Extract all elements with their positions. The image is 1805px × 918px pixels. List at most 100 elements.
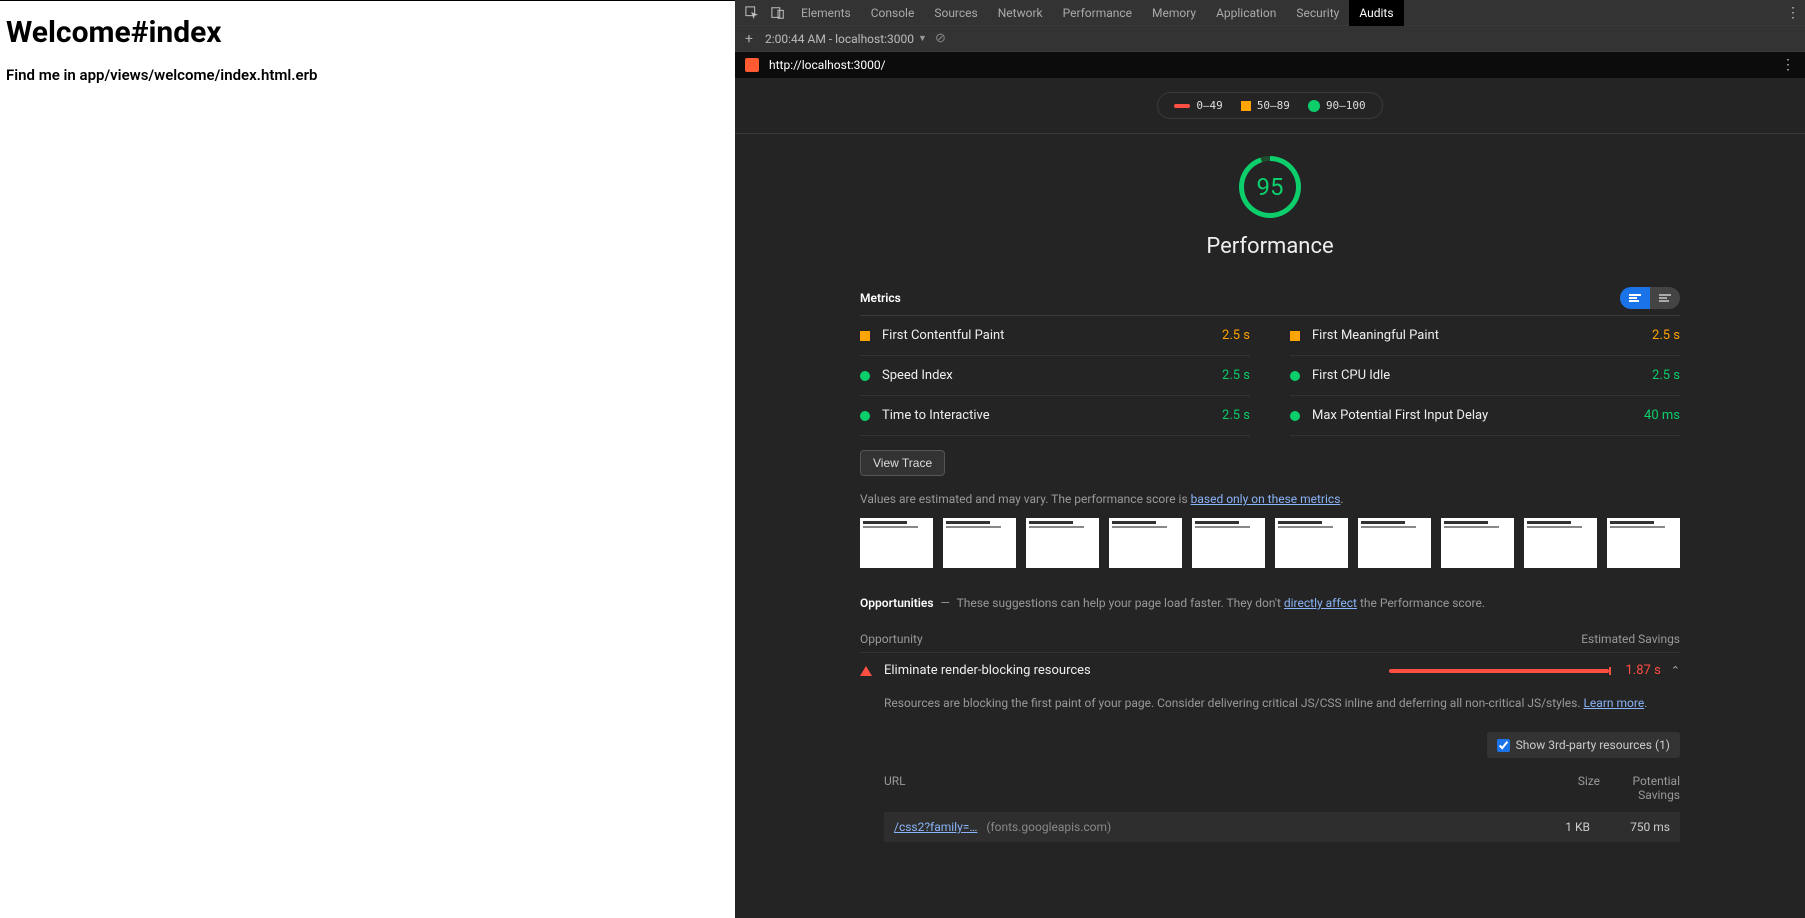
warning-triangle-icon: [860, 666, 872, 676]
filmstrip-thumb[interactable]: [1275, 518, 1348, 568]
directly-affect-link[interactable]: directly affect: [1284, 596, 1357, 610]
gauge-title: Performance: [860, 234, 1680, 259]
audits-toolbar: + 2:00:44 AM - localhost:3000 ▼ ⊘: [735, 26, 1805, 52]
tab-memory[interactable]: Memory: [1142, 0, 1206, 26]
filmstrip-thumb[interactable]: [1026, 518, 1099, 568]
legend-high: 90–100: [1326, 99, 1366, 112]
metric-row: First CPU Idle2.5 s: [1290, 356, 1680, 396]
savings-col-header: Potential Savings: [1600, 774, 1680, 802]
metric-indicator-icon: [860, 371, 870, 381]
lighthouse-icon: [745, 58, 759, 72]
audit-url: http://localhost:3000/: [769, 58, 886, 72]
metric-row: First Contentful Paint2.5 s: [860, 316, 1250, 356]
view-toggle-concise[interactable]: [1620, 287, 1650, 309]
metric-name: First CPU Idle: [1312, 368, 1652, 383]
tab-elements[interactable]: Elements: [791, 0, 861, 26]
metric-value: 2.5 s: [1222, 328, 1250, 343]
opportunity-row[interactable]: Eliminate render-blocking resources 1.87…: [860, 652, 1680, 688]
audit-title-text: 2:00:44 AM - localhost:3000: [765, 32, 914, 46]
filmstrip-thumb[interactable]: [1358, 518, 1431, 568]
score-legend: 0–49 50–89 90–100: [735, 78, 1805, 133]
page-heading: Welcome#index: [6, 15, 729, 50]
filmstrip-thumb[interactable]: [1607, 518, 1680, 568]
legend-average-icon: [1241, 101, 1251, 111]
filmstrip-thumb[interactable]: [1441, 518, 1514, 568]
device-toggle-icon[interactable]: [771, 6, 785, 20]
performance-score: 95: [1257, 173, 1284, 201]
resource-table-header: URL Size Potential Savings: [884, 774, 1680, 802]
metrics-view-toggle: [1620, 287, 1680, 309]
filmstrip-thumb[interactable]: [860, 518, 933, 568]
metric-name: Max Potential First Input Delay: [1312, 408, 1644, 423]
tab-performance[interactable]: Performance: [1053, 0, 1142, 26]
metric-name: First Meaningful Paint: [1312, 328, 1652, 343]
metric-value: 40 ms: [1644, 408, 1680, 423]
estimate-note: Values are estimated and may vary. The p…: [860, 492, 1680, 506]
metric-value: 2.5 s: [1222, 408, 1250, 423]
audit-dropdown[interactable]: 2:00:44 AM - localhost:3000 ▼: [765, 32, 927, 46]
tab-sources[interactable]: Sources: [924, 0, 987, 26]
legend-pass-icon: [1308, 100, 1320, 112]
metric-name: Time to Interactive: [882, 408, 1222, 423]
savings-col-header: Estimated Savings: [1581, 632, 1680, 646]
devtools-menu-icon[interactable]: ⋮: [1785, 5, 1801, 21]
resource-host: (fonts.googleapis.com): [986, 820, 1111, 834]
resource-link[interactable]: /css2?family=…: [894, 820, 977, 834]
audit-url-bar: http://localhost:3000/ ⋮: [735, 52, 1805, 78]
metric-indicator-icon: [1290, 371, 1300, 381]
filmstrip-thumb[interactable]: [1109, 518, 1182, 568]
metric-indicator-icon: [860, 411, 870, 421]
legend-fail-icon: [1174, 104, 1190, 108]
tab-security[interactable]: Security: [1286, 0, 1349, 26]
metrics-info-link[interactable]: based only on these metrics: [1191, 492, 1341, 506]
metric-row: Max Potential First Input Delay40 ms: [1290, 396, 1680, 436]
opportunity-name: Eliminate render-blocking resources: [884, 663, 1389, 678]
chevron-down-icon: ▼: [918, 33, 927, 44]
opportunity-value: 1.87 s: [1619, 663, 1661, 678]
chevron-up-icon[interactable]: ⌃: [1671, 664, 1680, 677]
report-menu-icon[interactable]: ⋮: [1781, 57, 1795, 73]
inspect-icon[interactable]: [745, 6, 759, 20]
performance-gauge: 95: [1239, 156, 1301, 218]
metric-row: Time to Interactive2.5 s: [860, 396, 1250, 436]
opportunity-col-header: Opportunity: [860, 632, 923, 646]
clear-icon[interactable]: ⊘: [935, 31, 946, 46]
metric-name: First Contentful Paint: [882, 328, 1222, 343]
new-audit-icon[interactable]: +: [741, 31, 757, 47]
tab-console[interactable]: Console: [861, 0, 925, 26]
legend-mid: 50–89: [1257, 99, 1290, 112]
lighthouse-report[interactable]: 0–49 50–89 90–100 95 Performance Metrics…: [735, 78, 1805, 918]
view-trace-button[interactable]: View Trace: [860, 450, 945, 476]
third-party-checkbox[interactable]: [1497, 739, 1510, 752]
page-body-text: Find me in app/views/welcome/index.html.…: [6, 66, 729, 84]
resource-savings: 750 ms: [1590, 820, 1670, 834]
third-party-toggle[interactable]: Show 3rd-party resources (1): [1487, 732, 1680, 758]
page-preview: Welcome#index Find me in app/views/welco…: [0, 0, 735, 918]
legend-low: 0–49: [1196, 99, 1223, 112]
learn-more-link[interactable]: Learn more: [1583, 696, 1644, 710]
tab-network[interactable]: Network: [988, 0, 1053, 26]
tab-application[interactable]: Application: [1206, 0, 1286, 26]
view-toggle-expanded[interactable]: [1650, 287, 1680, 309]
filmstrip-thumb[interactable]: [1524, 518, 1597, 568]
resource-size: 1 KB: [1520, 820, 1590, 834]
metric-row: Speed Index2.5 s: [860, 356, 1250, 396]
opportunity-description: Resources are blocking the first paint o…: [884, 694, 1680, 712]
filmstrip: [860, 518, 1680, 568]
size-col-header: Size: [1530, 774, 1600, 802]
metric-value: 2.5 s: [1652, 368, 1680, 383]
filmstrip-thumb[interactable]: [1192, 518, 1265, 568]
metric-indicator-icon: [1290, 411, 1300, 421]
metric-row: First Meaningful Paint2.5 s: [1290, 316, 1680, 356]
metric-indicator-icon: [1290, 331, 1300, 341]
filmstrip-thumb[interactable]: [943, 518, 1016, 568]
tab-audits[interactable]: Audits: [1349, 0, 1403, 26]
metric-name: Speed Index: [882, 368, 1222, 383]
savings-bar: [1389, 669, 1609, 673]
devtools-panel: ElementsConsoleSourcesNetworkPerformance…: [735, 0, 1805, 918]
resource-row: /css2?family=… (fonts.googleapis.com) 1 …: [884, 812, 1680, 842]
opportunities-heading: Opportunities: [860, 596, 934, 610]
url-col-header: URL: [884, 774, 1530, 802]
metric-indicator-icon: [860, 331, 870, 341]
third-party-label: Show 3rd-party resources (1): [1516, 738, 1670, 752]
